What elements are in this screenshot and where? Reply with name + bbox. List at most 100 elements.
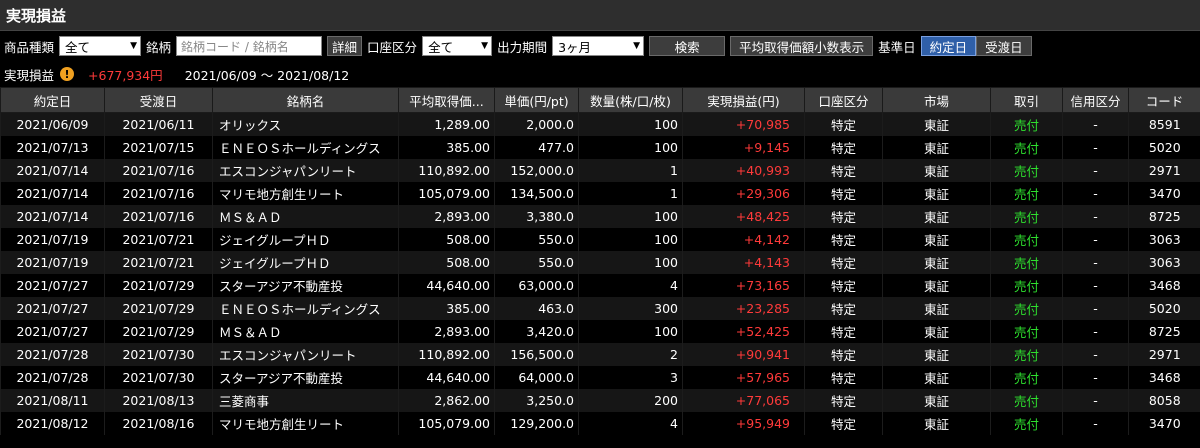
cell-account-type: 特定: [804, 112, 883, 136]
period-select[interactable]: 3ヶ月 ▼: [552, 36, 645, 56]
cell-issue-name: マリモ地方創生リート: [212, 182, 399, 205]
cell-contract-date: 2021/07/13: [0, 136, 105, 159]
cell-code: 2971: [1128, 159, 1200, 182]
table-row[interactable]: 2021/07/27 2021/07/29 ＥＮＥＯＳホールディングス 385.00 4…: [0, 297, 1200, 320]
cell-quantity: 1: [578, 159, 683, 182]
contract-date-button[interactable]: 約定日: [920, 36, 977, 56]
cell-issue-name: ＭＳ＆ＡＤ: [212, 205, 399, 228]
table-row[interactable]: 2021/07/14 2021/07/16 マリモ地方創生リート 105,079.00…: [0, 182, 1200, 205]
cell-account-type: 特定: [804, 297, 883, 320]
cell-realized-pl: +77,065: [682, 389, 805, 412]
table-header-row: 約定日 受渡日 銘柄名 平均取得価... 単価(円/pt) 数量(株/口/枚) 実現損益(円…: [0, 87, 1200, 113]
cell-margin-type: -: [1062, 343, 1129, 366]
table-row[interactable]: 2021/08/11 2021/08/13 三菱商事 2,862.00 3,250.0 2…: [0, 389, 1200, 412]
cell-delivery-date: 2021/07/29: [104, 274, 213, 297]
cell-margin-type: -: [1062, 366, 1129, 389]
header-quantity[interactable]: 数量(株/口/枚): [578, 87, 683, 113]
cell-quantity: 300: [578, 297, 683, 320]
table-row[interactable]: 2021/07/13 2021/07/15 ＥＮＥＯＳホールディングス 385.00 4…: [0, 136, 1200, 159]
table-row[interactable]: 2021/07/27 2021/07/29 スターアジア不動産投 44,640.00 6…: [0, 274, 1200, 297]
cell-realized-pl: +23,285: [682, 297, 805, 320]
cell-market: 東証: [882, 274, 991, 297]
cell-market: 東証: [882, 205, 991, 228]
cell-quantity: 100: [578, 228, 683, 251]
cell-code: 8058: [1128, 389, 1200, 412]
cell-unit-price: 134,500.0: [494, 182, 579, 205]
table-row[interactable]: 2021/07/28 2021/07/30 スターアジア不動産投 44,640.00 6…: [0, 366, 1200, 389]
table-row[interactable]: 2021/08/12 2021/08/16 マリモ地方創生リート 105,079.00…: [0, 412, 1200, 435]
cell-unit-price: 129,200.0: [494, 412, 579, 435]
cell-trade: 売付: [990, 205, 1063, 228]
warning-icon[interactable]: !: [60, 67, 75, 81]
header-account-type[interactable]: 口座区分: [804, 87, 883, 113]
summary-bar: 実現損益 ! +677,934円 2021/06/09 ～ 2021/08/12: [0, 61, 1200, 87]
table-row[interactable]: 2021/07/19 2021/07/21 ジェイグループＨＤ 508.00 550.0…: [0, 251, 1200, 274]
header-issue-name[interactable]: 銘柄名: [212, 87, 399, 113]
cell-avg-cost: 44,640.00: [398, 366, 495, 389]
cell-market: 東証: [882, 343, 991, 366]
cell-realized-pl: +73,165: [682, 274, 805, 297]
cell-trade: 売付: [990, 182, 1063, 205]
cell-margin-type: -: [1062, 297, 1129, 320]
cell-account-type: 特定: [804, 274, 883, 297]
header-trade[interactable]: 取引: [990, 87, 1063, 113]
cell-code: 3468: [1128, 366, 1200, 389]
detail-button[interactable]: 詳細: [327, 36, 363, 56]
cell-margin-type: -: [1062, 228, 1129, 251]
header-realized-pl[interactable]: 実現損益(円): [682, 87, 805, 113]
cell-realized-pl: +48,425: [682, 205, 805, 228]
table-row[interactable]: 2021/07/19 2021/07/21 ジェイグループＨＤ 508.00 550.0…: [0, 228, 1200, 251]
page-title: 実現損益: [0, 0, 1200, 31]
cell-issue-name: ジェイグループＨＤ: [212, 251, 399, 274]
cell-trade: 売付: [990, 274, 1063, 297]
cell-code: 8591: [1128, 112, 1200, 136]
decimal-display-button[interactable]: 平均取得価額小数表示: [730, 36, 874, 56]
cell-margin-type: -: [1062, 412, 1129, 435]
header-contract-date[interactable]: 約定日: [0, 87, 105, 113]
cell-issue-name: ＥＮＥＯＳホールディングス: [212, 297, 399, 320]
header-margin-type[interactable]: 信用区分: [1062, 87, 1129, 113]
cell-avg-cost: 2,893.00: [398, 320, 495, 343]
cell-quantity: 4: [578, 274, 683, 297]
header-unit-price[interactable]: 単価(円/pt): [494, 87, 579, 113]
product-type-value: 全て: [65, 39, 91, 55]
cell-issue-name: ＭＳ＆ＡＤ: [212, 320, 399, 343]
cell-margin-type: -: [1062, 136, 1129, 159]
header-market[interactable]: 市場: [882, 87, 991, 113]
chevron-down-icon: ▼: [481, 41, 489, 51]
cell-account-type: 特定: [804, 366, 883, 389]
period-value: 3ヶ月: [558, 39, 592, 55]
cell-realized-pl: +90,941: [682, 343, 805, 366]
product-type-select[interactable]: 全て ▼: [59, 36, 142, 56]
table-row[interactable]: 2021/07/14 2021/07/16 エスコンジャパンリート 110,892.0…: [0, 159, 1200, 182]
cell-trade: 売付: [990, 251, 1063, 274]
account-type-select[interactable]: 全て ▼: [422, 36, 493, 56]
cell-trade: 売付: [990, 343, 1063, 366]
cell-avg-cost: 2,862.00: [398, 389, 495, 412]
cell-trade: 売付: [990, 228, 1063, 251]
table-row[interactable]: 2021/06/09 2021/06/11 オリックス 1,289.00 2,000.0…: [0, 112, 1200, 136]
delivery-date-button[interactable]: 受渡日: [976, 36, 1032, 56]
cell-avg-cost: 110,892.00: [398, 159, 495, 182]
chevron-down-icon: ▼: [130, 41, 138, 51]
cell-code: 3468: [1128, 274, 1200, 297]
header-delivery-date[interactable]: 受渡日: [104, 87, 213, 113]
issue-input[interactable]: 銘柄コード / 銘柄名: [176, 36, 323, 56]
cell-contract-date: 2021/07/19: [0, 228, 105, 251]
period-label: 出力期間: [497, 39, 548, 55]
cell-unit-price: 550.0: [494, 228, 579, 251]
cell-issue-name: エスコンジャパンリート: [212, 159, 399, 182]
cell-avg-cost: 508.00: [398, 228, 495, 251]
search-button[interactable]: 検索: [649, 36, 726, 56]
cell-code: 8725: [1128, 205, 1200, 228]
header-avg-cost[interactable]: 平均取得価...: [398, 87, 495, 113]
table-row[interactable]: 2021/07/27 2021/07/29 ＭＳ＆ＡＤ 2,893.00 3,420.0…: [0, 320, 1200, 343]
cell-avg-cost: 385.00: [398, 297, 495, 320]
cell-quantity: 100: [578, 320, 683, 343]
cell-delivery-date: 2021/07/30: [104, 366, 213, 389]
cell-account-type: 特定: [804, 205, 883, 228]
table-row[interactable]: 2021/07/14 2021/07/16 ＭＳ＆ＡＤ 2,893.00 3,380.0…: [0, 205, 1200, 228]
header-code[interactable]: コード: [1128, 87, 1200, 113]
table-row[interactable]: 2021/07/28 2021/07/30 エスコンジャパンリート 110,892.0…: [0, 343, 1200, 366]
cell-realized-pl: +29,306: [682, 182, 805, 205]
